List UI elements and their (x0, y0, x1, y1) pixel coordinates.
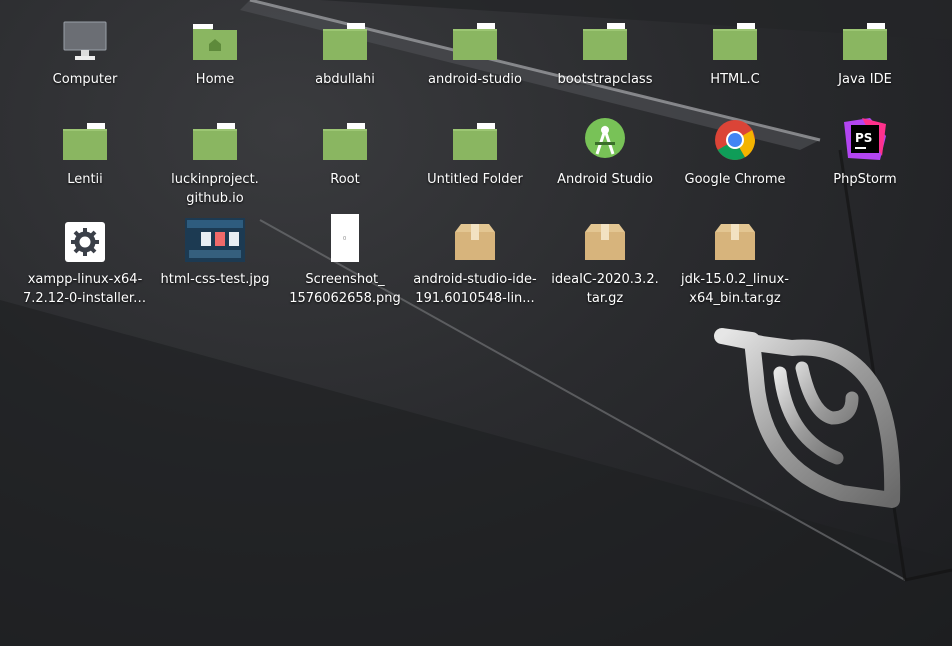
folder-icon (315, 114, 375, 162)
svg-text:PS: PS (855, 131, 872, 145)
folder-icon (445, 14, 505, 62)
desktop-icon-label: Java IDE (803, 70, 927, 89)
desktop-icon-label-line: android-studio (428, 72, 522, 87)
desktop-icon[interactable]: PS PhpStorm (803, 114, 927, 189)
archive-icon (575, 214, 635, 262)
screenshot-thumbnail-icon: 0 (315, 214, 375, 262)
archive-icon (445, 214, 505, 262)
desktop-icon-label-line: Computer (52, 72, 118, 87)
archive-icon (705, 214, 765, 262)
desktop-icon[interactable]: HTML.C (673, 14, 797, 89)
desktop[interactable]: Computer Home abdullahi android-studio boots… (0, 0, 952, 646)
desktop-icon-label: abdullahi (283, 70, 407, 89)
desktop-icon[interactable]: android-studio-ide- 191.6010548-lin... (413, 214, 537, 308)
desktop-icon[interactable]: Android Studio (543, 114, 667, 189)
desktop-icon[interactable]: html-css-test.jpg (153, 214, 277, 289)
desktop-icon-label-line: Google Chrome (684, 172, 786, 187)
folder-icon (315, 14, 375, 62)
svg-text:0: 0 (343, 236, 346, 242)
desktop-icon[interactable]: android-studio (413, 14, 537, 89)
desktop-icon-label: Untitled Folder (413, 170, 537, 189)
desktop-icon-label-line: android-studio-ide- (413, 272, 537, 287)
desktop-icon-label: ideaIC-2020.3.2. tar.gz (543, 270, 667, 308)
desktop-icon-label-line: Screenshot_ (305, 272, 385, 287)
desktop-icon-label: Computer (23, 70, 147, 89)
desktop-icon-label: Lentii (23, 170, 147, 189)
desktop-icon[interactable]: Root (283, 114, 407, 189)
desktop-icon-label-line: bootstrapclass (557, 72, 653, 87)
desktop-icon[interactable]: Untitled Folder (413, 114, 537, 189)
desktop-icon-label-line: HTML.C (710, 72, 760, 87)
desktop-icon-label-line: tar.gz (586, 291, 624, 306)
desktop-icon-label-line: 191.6010548-lin... (415, 291, 535, 306)
computer-icon (55, 14, 115, 62)
desktop-icon-label: HTML.C (673, 70, 797, 89)
image-thumbnail-icon (185, 214, 245, 262)
desktop-icon[interactable]: bootstrapclass (543, 14, 667, 89)
desktop-icon-label-line: ideaIC-2020.3.2. (551, 272, 659, 287)
desktop-icon-label: android-studio (413, 70, 537, 89)
desktop-icon[interactable]: 0 Screenshot_ 1576062658.png (283, 214, 407, 308)
desktop-icon-label-line: html-css-test.jpg (160, 272, 270, 287)
desktop-icon-label: Android Studio (543, 170, 667, 189)
folder-icon (835, 14, 895, 62)
chrome-icon (705, 114, 765, 162)
desktop-icon-label: Google Chrome (673, 170, 797, 189)
folder-icon (185, 114, 245, 162)
desktop-icon-label-line: 7.2.12-0-installer.... (23, 291, 147, 306)
desktop-icon-label-line: luckinproject. (171, 172, 259, 187)
home-folder-icon (185, 14, 245, 62)
android-studio-icon (575, 114, 635, 162)
folder-icon (55, 114, 115, 162)
desktop-icon[interactable]: Java IDE (803, 14, 927, 89)
folder-icon (705, 14, 765, 62)
desktop-icon[interactable]: Home (153, 14, 277, 89)
desktop-icon-label: xampp-linux-x64- 7.2.12-0-installer.... (23, 270, 147, 308)
desktop-icon[interactable]: jdk-15.0.2_linux-x64_bin.tar.gz (673, 214, 797, 308)
desktop-icon-label: html-css-test.jpg (153, 270, 277, 289)
desktop-icon-label: Home (153, 70, 277, 89)
desktop-icon-label-line: xampp-linux-x64- (27, 272, 143, 287)
desktop-icon[interactable]: ideaIC-2020.3.2. tar.gz (543, 214, 667, 308)
linux-mint-wallpaper (0, 0, 952, 646)
desktop-icon-label-line: x64_bin.tar.gz (689, 291, 781, 306)
desktop-icon-label-line: Home (195, 72, 235, 87)
desktop-icon-label-line: Root (330, 172, 360, 187)
desktop-icon-label-line: github.io (186, 191, 244, 206)
mint-logo (714, 328, 901, 508)
desktop-icon-label: luckinproject. github.io (153, 170, 277, 208)
folder-icon (575, 14, 635, 62)
desktop-icon-label: PhpStorm (803, 170, 927, 189)
desktop-icon-label-line: PhpStorm (833, 172, 897, 187)
desktop-icon[interactable]: abdullahi (283, 14, 407, 89)
desktop-icon[interactable]: luckinproject. github.io (153, 114, 277, 208)
installer-gear-icon (55, 214, 115, 262)
desktop-icon-label: jdk-15.0.2_linux-x64_bin.tar.gz (673, 270, 797, 308)
desktop-icon-label-line: Android Studio (557, 172, 653, 187)
desktop-icon[interactable]: Computer (23, 14, 147, 89)
desktop-icon-label-line: Untitled Folder (427, 172, 523, 187)
desktop-icon-label: bootstrapclass (543, 70, 667, 89)
desktop-icon-label: Root (283, 170, 407, 189)
desktop-icon-label: Screenshot_ 1576062658.png (283, 270, 407, 308)
desktop-icon[interactable]: Google Chrome (673, 114, 797, 189)
desktop-icon-label-line: jdk-15.0.2_linux- (680, 272, 790, 287)
desktop-icon-label: android-studio-ide- 191.6010548-lin... (413, 270, 537, 308)
desktop-icon-label-line: Lentii (67, 172, 103, 187)
desktop-icon-label-line: Java IDE (838, 72, 892, 87)
desktop-icon[interactable]: xampp-linux-x64- 7.2.12-0-installer.... (23, 214, 147, 308)
desktop-icon-label-line: abdullahi (315, 72, 375, 87)
desktop-icon[interactable]: Lentii (23, 114, 147, 189)
desktop-icon-label-line: 1576062658.png (289, 291, 401, 306)
folder-icon (445, 114, 505, 162)
phpstorm-icon: PS (835, 114, 895, 162)
